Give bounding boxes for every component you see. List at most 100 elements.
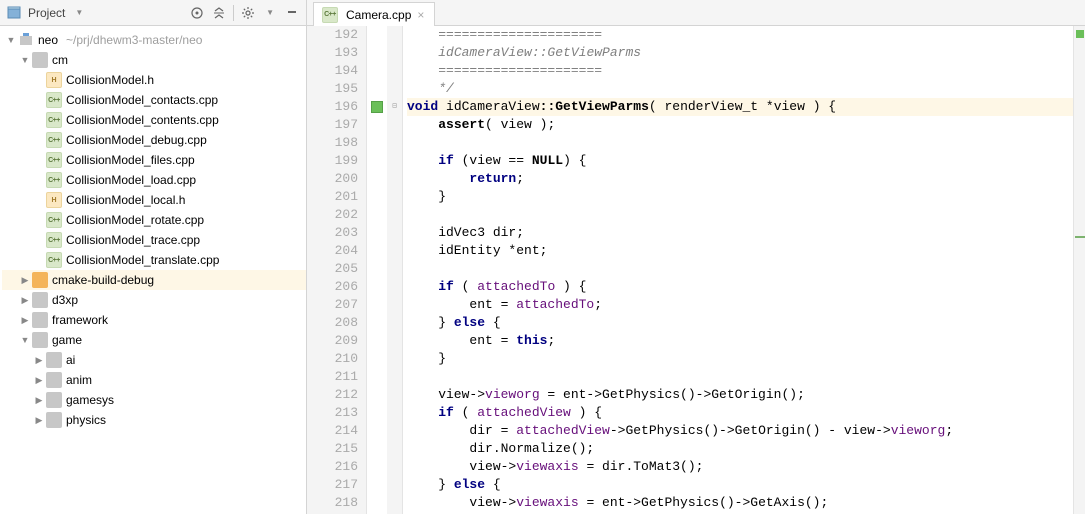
line-number[interactable]: 200 [307,170,358,188]
tree-item-collisionmodel-rotate-cpp[interactable]: ▶C++CollisionModel_rotate.cpp [2,210,306,230]
line-number[interactable]: 199 [307,152,358,170]
line-number[interactable]: 201 [307,188,358,206]
line-number[interactable]: 196 [307,98,358,116]
code-line[interactable]: if ( attachedView ) { [407,404,1073,422]
tree-item-collisionmodel-contents-cpp[interactable]: ▶C++CollisionModel_contents.cpp [2,110,306,130]
fold-toggle-icon[interactable]: ⊟ [387,98,402,116]
code-line[interactable] [407,206,1073,224]
chevron-down-icon[interactable]: ▼ [20,55,30,65]
fold-gutter[interactable]: ⊟ [387,26,403,514]
line-number[interactable]: 209 [307,332,358,350]
chevron-right-icon[interactable]: ▶ [34,415,44,426]
code-line[interactable] [407,260,1073,278]
project-view-dropdown[interactable]: ▼ [71,8,87,17]
chevron-right-icon[interactable]: ▶ [20,315,30,326]
collapse-all-icon[interactable] [211,5,227,21]
code-line[interactable]: } else { [407,476,1073,494]
chevron-right-icon[interactable]: ▶ [34,355,44,366]
tree-item-framework[interactable]: ▶framework [2,310,306,330]
chevron-right-icon[interactable]: ▶ [34,375,44,386]
line-number[interactable]: 218 [307,494,358,512]
line-number[interactable]: 193 [307,44,358,62]
tree-item-d3xp[interactable]: ▶d3xp [2,290,306,310]
code-line[interactable]: idCameraView::GetViewParms [407,44,1073,62]
line-number-gutter[interactable]: 1921931941951961971981992002012022032042… [307,26,367,514]
line-number[interactable]: 212 [307,386,358,404]
code-text[interactable]: ===================== idCameraView::GetV… [403,26,1073,514]
code-line[interactable] [407,368,1073,386]
line-number[interactable]: 211 [307,368,358,386]
code-line[interactable]: if ( attachedTo ) { [407,278,1073,296]
line-number[interactable]: 192 [307,26,358,44]
chevron-right-icon[interactable]: ▶ [34,395,44,406]
tree-item-game[interactable]: ▼game [2,330,306,350]
tree-item-gamesys[interactable]: ▶gamesys [2,390,306,410]
line-number[interactable]: 197 [307,116,358,134]
tree-item-collisionmodel-trace-cpp[interactable]: ▶C++CollisionModel_trace.cpp [2,230,306,250]
line-number[interactable]: 210 [307,350,358,368]
code-line[interactable]: ===================== [407,26,1073,44]
line-number[interactable]: 207 [307,296,358,314]
error-stripe[interactable] [1073,26,1085,514]
chevron-down-icon[interactable]: ▼ [6,35,16,45]
scroll-from-source-icon[interactable] [189,5,205,21]
gear-icon[interactable] [240,5,256,21]
chevron-right-icon[interactable]: ▶ [20,275,30,286]
gear-dropdown[interactable]: ▼ [262,8,278,17]
code-line[interactable]: idEntity *ent; [407,242,1073,260]
line-number[interactable]: 204 [307,242,358,260]
code-line[interactable]: return; [407,170,1073,188]
code-line[interactable]: void idCameraView::GetViewParms( renderV… [407,98,1073,116]
hide-panel-icon[interactable] [284,5,300,21]
code-line[interactable]: ===================== [407,62,1073,80]
close-icon[interactable]: × [415,8,426,22]
tree-item-collisionmodel-local-h[interactable]: ▶HCollisionModel_local.h [2,190,306,210]
line-number[interactable]: 203 [307,224,358,242]
tree-item-collisionmodel-files-cpp[interactable]: ▶C++CollisionModel_files.cpp [2,150,306,170]
tree-item-anim[interactable]: ▶anim [2,370,306,390]
code-line[interactable]: */ [407,80,1073,98]
code-line[interactable]: ent = attachedTo; [407,296,1073,314]
tree-item-collisionmodel-h[interactable]: ▶HCollisionModel.h [2,70,306,90]
code-editor[interactable]: 1921931941951961971981992002012022032042… [307,26,1085,514]
tree-item-collisionmodel-load-cpp[interactable]: ▶C++CollisionModel_load.cpp [2,170,306,190]
line-number[interactable]: 195 [307,80,358,98]
chevron-right-icon[interactable]: ▶ [20,295,30,306]
code-line[interactable]: view->vieworg = ent->GetPhysics()->GetOr… [407,386,1073,404]
tab-camera-cpp[interactable]: C++ Camera.cpp × [313,2,435,26]
line-number[interactable]: 205 [307,260,358,278]
code-line[interactable]: } [407,188,1073,206]
tree-item-cm[interactable]: ▼cm [2,50,306,70]
run-line-marker[interactable] [367,98,387,116]
line-number[interactable]: 214 [307,422,358,440]
chevron-down-icon[interactable]: ▼ [20,335,30,345]
line-number[interactable]: 194 [307,62,358,80]
code-line[interactable]: } [407,350,1073,368]
tree-item-collisionmodel-translate-cpp[interactable]: ▶C++CollisionModel_translate.cpp [2,250,306,270]
code-line[interactable]: assert( view ); [407,116,1073,134]
tree-item-ai[interactable]: ▶ai [2,350,306,370]
line-number[interactable]: 198 [307,134,358,152]
line-number[interactable]: 215 [307,440,358,458]
line-number[interactable]: 202 [307,206,358,224]
code-line[interactable]: ent = this; [407,332,1073,350]
code-line[interactable]: } else { [407,314,1073,332]
line-number[interactable]: 208 [307,314,358,332]
code-line[interactable] [407,134,1073,152]
tree-item-neo[interactable]: ▼neo~/prj/dhewm3-master/neo [2,30,306,50]
tree-item-cmake-build-debug[interactable]: ▶cmake-build-debug [2,270,306,290]
code-line[interactable]: if (view == NULL) { [407,152,1073,170]
code-line[interactable]: view->viewaxis = dir.ToMat3(); [407,458,1073,476]
code-line[interactable]: dir = attachedView->GetPhysics()->GetOri… [407,422,1073,440]
line-number[interactable]: 216 [307,458,358,476]
line-number[interactable]: 206 [307,278,358,296]
line-number[interactable]: 217 [307,476,358,494]
code-line[interactable]: view->viewaxis = ent->GetPhysics()->GetA… [407,494,1073,512]
project-tree[interactable]: ▼neo~/prj/dhewm3-master/neo▼cm▶HCollisio… [0,26,306,514]
tree-item-physics[interactable]: ▶physics [2,410,306,430]
tree-item-collisionmodel-contacts-cpp[interactable]: ▶C++CollisionModel_contacts.cpp [2,90,306,110]
project-view-title[interactable]: Project [28,6,65,20]
code-line[interactable]: idVec3 dir; [407,224,1073,242]
code-line[interactable]: dir.Normalize(); [407,440,1073,458]
tree-item-collisionmodel-debug-cpp[interactable]: ▶C++CollisionModel_debug.cpp [2,130,306,150]
